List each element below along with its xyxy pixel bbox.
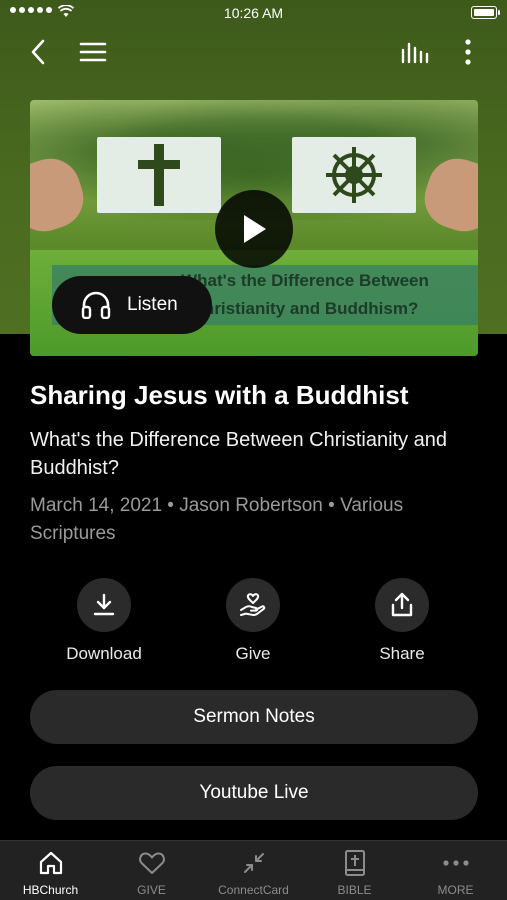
tab-hbchurch[interactable]: HBChurch (0, 841, 101, 900)
share-button[interactable]: Share (332, 578, 472, 664)
tab-give[interactable]: GIVE (101, 841, 202, 900)
listen-label: Listen (127, 294, 178, 315)
play-button[interactable] (215, 190, 293, 268)
home-icon (39, 851, 62, 875)
cross-sign (97, 137, 221, 213)
dharma-wheel-icon (326, 147, 382, 203)
horizontal-dots-icon (442, 860, 469, 866)
tab-more[interactable]: MORE (405, 841, 506, 900)
download-circle[interactable] (77, 578, 131, 632)
download-label: Download (66, 644, 142, 663)
action-row: Download Give Share (0, 578, 507, 668)
status-time: 10:26 AM (223, 5, 284, 21)
battery-icon (471, 6, 500, 19)
dharma-wheel-sign (292, 137, 416, 213)
heart-icon (138, 852, 165, 874)
youtube-live-button[interactable]: Youtube Live (30, 766, 478, 820)
tab-bar: HBChurch GIVE ConnectCard BIBLE MORE (0, 840, 507, 900)
listen-button[interactable]: Listen (52, 276, 212, 334)
give-label: Give (235, 644, 271, 663)
headphones-icon (81, 291, 111, 319)
sermon-subtitle: What's the Difference Between Christiani… (30, 429, 447, 479)
status-bar: 10:26 AM (0, 0, 507, 28)
play-icon (244, 215, 266, 243)
tab-label-connectcard: ConnectCard (218, 883, 289, 897)
sermon-meta: March 14, 2021 • Jason Robertson • Vario… (30, 495, 404, 544)
tab-label-hbchurch: HBChurch (22, 883, 79, 897)
compress-arrows-icon (243, 853, 264, 873)
equalizer-icon[interactable] (397, 34, 433, 70)
tab-label-more: MORE (437, 883, 474, 897)
tab-connectcard[interactable]: ConnectCard (203, 841, 304, 900)
download-icon (93, 593, 115, 616)
share-label: Share (379, 644, 425, 663)
give-hand-heart-icon (240, 593, 266, 616)
tab-label-give: GIVE (137, 883, 166, 897)
bible-icon (344, 850, 365, 876)
sermon-notes-button[interactable]: Sermon Notes (30, 690, 478, 744)
tab-label-bible: BIBLE (337, 883, 372, 897)
give-button[interactable]: Give (183, 578, 323, 664)
share-icon (391, 592, 413, 617)
give-circle[interactable] (226, 578, 280, 632)
sermon-title: Sharing Jesus with a Buddhist (30, 380, 409, 410)
vertical-dots-icon[interactable] (450, 34, 486, 70)
download-button[interactable]: Download (34, 578, 174, 664)
chevron-left-icon[interactable] (20, 34, 56, 70)
top-nav (0, 34, 507, 70)
cross-icon (138, 144, 180, 206)
share-circle[interactable] (375, 578, 429, 632)
tab-bible[interactable]: BIBLE (304, 841, 405, 900)
hamburger-icon[interactable] (75, 34, 111, 70)
